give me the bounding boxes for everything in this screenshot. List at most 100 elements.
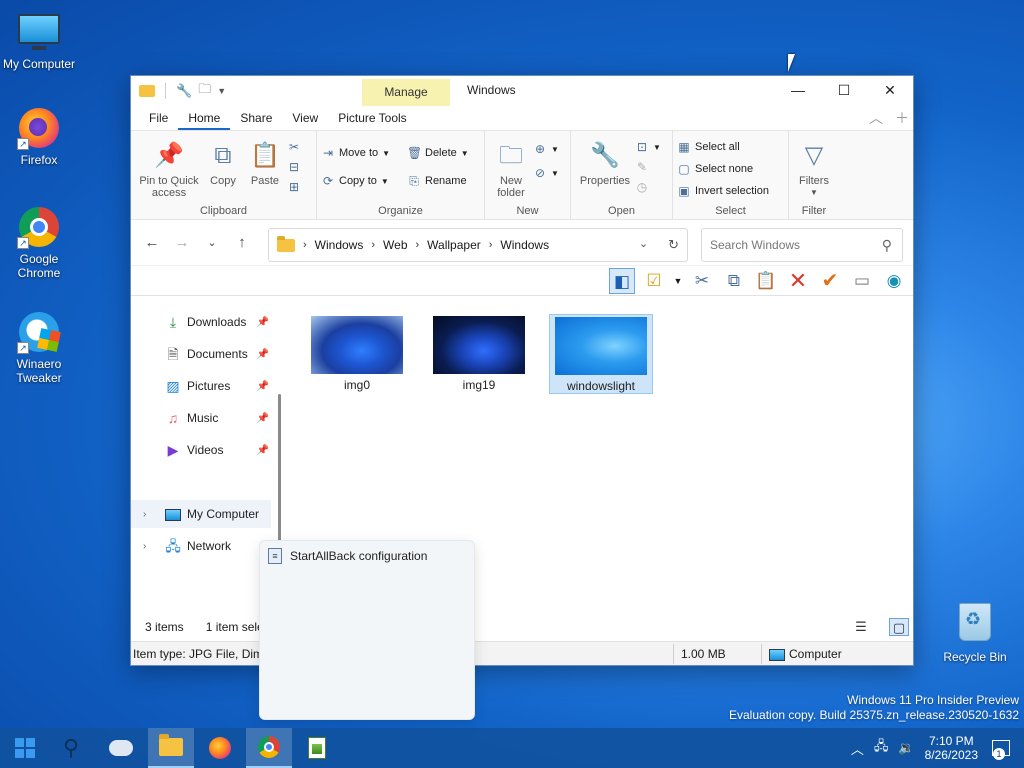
chevron-down-icon[interactable]: ▼ bbox=[217, 86, 226, 96]
rename-button[interactable]: ▭ bbox=[849, 268, 875, 294]
details-view-button[interactable]: ☰ bbox=[851, 618, 871, 636]
tab-view[interactable]: View bbox=[282, 106, 328, 130]
invert-selection-button[interactable]: ▣ Invert selection bbox=[677, 183, 769, 199]
pencil-icon: ✎ bbox=[636, 160, 648, 174]
desktop-icon-my-computer[interactable]: My Computer bbox=[0, 10, 78, 71]
address-history-button[interactable]: ⌄ bbox=[639, 237, 648, 253]
group-label-select: Select bbox=[715, 205, 746, 217]
title-bar[interactable]: 🔧 🗀 ▼ Manage Windows — ☐ ✕ bbox=[131, 76, 913, 106]
nav-item-my-computer[interactable]: › My Computer bbox=[131, 500, 271, 528]
nav-scrollbar[interactable] bbox=[278, 394, 281, 544]
tab-share[interactable]: Share bbox=[230, 106, 282, 130]
open-button[interactable]: ⊡ ▼ bbox=[635, 139, 661, 155]
startallback-configuration-item[interactable]: ≡ StartAllBack configuration bbox=[268, 548, 427, 564]
ribbon-group-new: 🗀 New folder ⊕ ▼ ⊘ ▼ New bbox=[485, 131, 571, 219]
copy-path-button[interactable]: ⊟ bbox=[287, 159, 301, 175]
chevron-right-icon[interactable]: › bbox=[143, 509, 146, 520]
up-button[interactable]: ↑ bbox=[227, 234, 257, 251]
search-input[interactable]: Search Windows ⚲ bbox=[701, 228, 903, 262]
nav-item-videos[interactable]: ▶ Videos 📌 bbox=[131, 436, 271, 464]
paste-button[interactable]: 📋 bbox=[753, 268, 779, 294]
shell-icon[interactable]: ◉ bbox=[881, 268, 907, 294]
refresh-icon[interactable]: ↻ bbox=[668, 237, 679, 253]
search-button[interactable]: ⚲ bbox=[48, 728, 94, 768]
nav-item-music[interactable]: ♫ Music 📌 bbox=[131, 404, 271, 432]
rename-button[interactable]: ⎘ Rename bbox=[407, 173, 469, 189]
documents-icon: 🗎 bbox=[167, 346, 179, 362]
desktop-icon-winaero-tweaker[interactable]: ↗ Winaero Tweaker bbox=[0, 310, 78, 385]
volume-icon[interactable]: 🔉 bbox=[898, 740, 914, 756]
delete-button[interactable]: 🗑 Delete ▼ bbox=[407, 145, 469, 161]
close-button[interactable]: ✕ bbox=[867, 76, 913, 104]
desktop-icon-firefox[interactable]: ↗ Firefox bbox=[0, 106, 78, 167]
file-item-windowslight[interactable]: windowslight bbox=[549, 314, 653, 394]
start-button[interactable] bbox=[2, 728, 48, 768]
tab-home[interactable]: Home bbox=[178, 106, 231, 130]
select-mode-button[interactable]: ☑ bbox=[641, 268, 667, 294]
tab-file[interactable]: File bbox=[139, 106, 178, 130]
large-icons-view-button[interactable]: ▢ bbox=[889, 618, 909, 636]
taskbar-firefox[interactable] bbox=[197, 728, 243, 768]
taskbar-notepad[interactable] bbox=[294, 728, 340, 768]
chevron-up-icon[interactable]: ︿ bbox=[851, 739, 864, 758]
new-item-button[interactable]: ⊕ ▼ bbox=[533, 141, 559, 157]
select-none-icon: ▢ bbox=[678, 162, 690, 176]
firefox-icon: ↗ bbox=[17, 106, 61, 150]
selected-count: 1 item sele bbox=[205, 620, 264, 634]
copy-to-button[interactable]: ⟳ Copy to ▼ bbox=[321, 173, 407, 189]
copy-button[interactable]: ⧉ bbox=[721, 268, 747, 294]
maximize-button[interactable]: ☐ bbox=[821, 76, 867, 104]
chevron-right-icon[interactable]: › bbox=[143, 541, 146, 552]
edit-button[interactable]: ✎ bbox=[635, 159, 661, 175]
manage-context-tab[interactable]: Manage bbox=[362, 79, 450, 106]
nav-item-documents[interactable]: 🗎 Documents 📌 bbox=[131, 340, 271, 368]
notifications-button[interactable]: 1 bbox=[992, 740, 1010, 760]
easy-access-button[interactable]: ⊘ ▼ bbox=[533, 165, 559, 181]
select-none-button[interactable]: ▢ Select none bbox=[677, 161, 769, 177]
recent-locations-button[interactable]: ⌄ bbox=[197, 236, 227, 249]
history-button[interactable]: ◷ bbox=[635, 179, 661, 195]
delete-button[interactable]: ✕ bbox=[785, 268, 811, 294]
file-item-img0[interactable]: img0 bbox=[305, 314, 409, 394]
pictures-icon: ▨ bbox=[166, 378, 180, 394]
evaluation-watermark: Windows 11 Pro Insider Preview Evaluatio… bbox=[729, 693, 1019, 722]
tab-picture-tools[interactable]: Picture Tools bbox=[328, 106, 416, 130]
breadcrumb-item[interactable]: Windows bbox=[500, 238, 549, 252]
properties-icon[interactable]: 🔧 bbox=[176, 83, 192, 99]
desktop-icon-chrome[interactable]: ↗ Google Chrome bbox=[0, 205, 78, 280]
nav-item-downloads[interactable]: ⤓ Downloads 📌 bbox=[131, 308, 271, 336]
paste-shortcut-button[interactable]: ⊞ bbox=[287, 179, 301, 195]
checkmark-button[interactable]: ✔ bbox=[817, 268, 843, 294]
widgets-button[interactable] bbox=[98, 728, 144, 768]
breadcrumb-item[interactable]: Windows bbox=[315, 238, 364, 252]
breadcrumb-item[interactable]: Web bbox=[383, 238, 407, 252]
select-all-button[interactable]: ▦ Select all bbox=[677, 139, 769, 155]
navigation-bar: ← → ⌄ ↑ › Windows › Web › Wallpaper › Wi… bbox=[131, 220, 913, 266]
clock[interactable]: 7:10 PM 8/26/2023 bbox=[925, 734, 978, 762]
minimize-button[interactable]: — bbox=[775, 76, 821, 104]
add-icon[interactable]: ＋ bbox=[895, 108, 909, 128]
desktop-icon-label: Firefox bbox=[20, 153, 58, 167]
desktop-icon-recycle-bin[interactable]: Recycle Bin bbox=[936, 603, 1014, 664]
breadcrumb-item[interactable]: Wallpaper bbox=[427, 238, 481, 252]
back-button[interactable]: ← bbox=[137, 234, 167, 251]
group-label-filter: Filter bbox=[801, 205, 827, 217]
cut-button[interactable]: ✂ bbox=[287, 139, 301, 155]
forward-button[interactable]: → bbox=[167, 234, 197, 251]
address-bar[interactable]: › Windows › Web › Wallpaper › Windows ⌄ … bbox=[268, 228, 688, 262]
nav-item-pictures[interactable]: ▨ Pictures 📌 bbox=[131, 372, 271, 400]
chevron-right-icon: › bbox=[303, 239, 307, 251]
chevron-down-icon[interactable]: ▼ bbox=[673, 268, 683, 294]
new-folder-icon[interactable]: 🗀 bbox=[198, 80, 211, 102]
collapse-ribbon-icon[interactable]: ︿ bbox=[869, 108, 883, 128]
nav-item-network[interactable]: › 🖧 Network bbox=[131, 532, 271, 560]
pin-icon: 📌 bbox=[256, 444, 269, 456]
cut-button[interactable]: ✂ bbox=[689, 268, 715, 294]
taskbar-file-explorer[interactable] bbox=[148, 728, 194, 768]
move-to-button[interactable]: ⇥ Move to ▼ bbox=[321, 145, 407, 161]
network-tray-icon[interactable]: 🖧 bbox=[874, 737, 889, 759]
search-icon: ⚲ bbox=[62, 735, 80, 760]
navigation-pane-button[interactable]: ◧ bbox=[609, 268, 635, 294]
file-item-img19[interactable]: img19 bbox=[427, 314, 531, 394]
taskbar-chrome[interactable] bbox=[246, 728, 292, 768]
